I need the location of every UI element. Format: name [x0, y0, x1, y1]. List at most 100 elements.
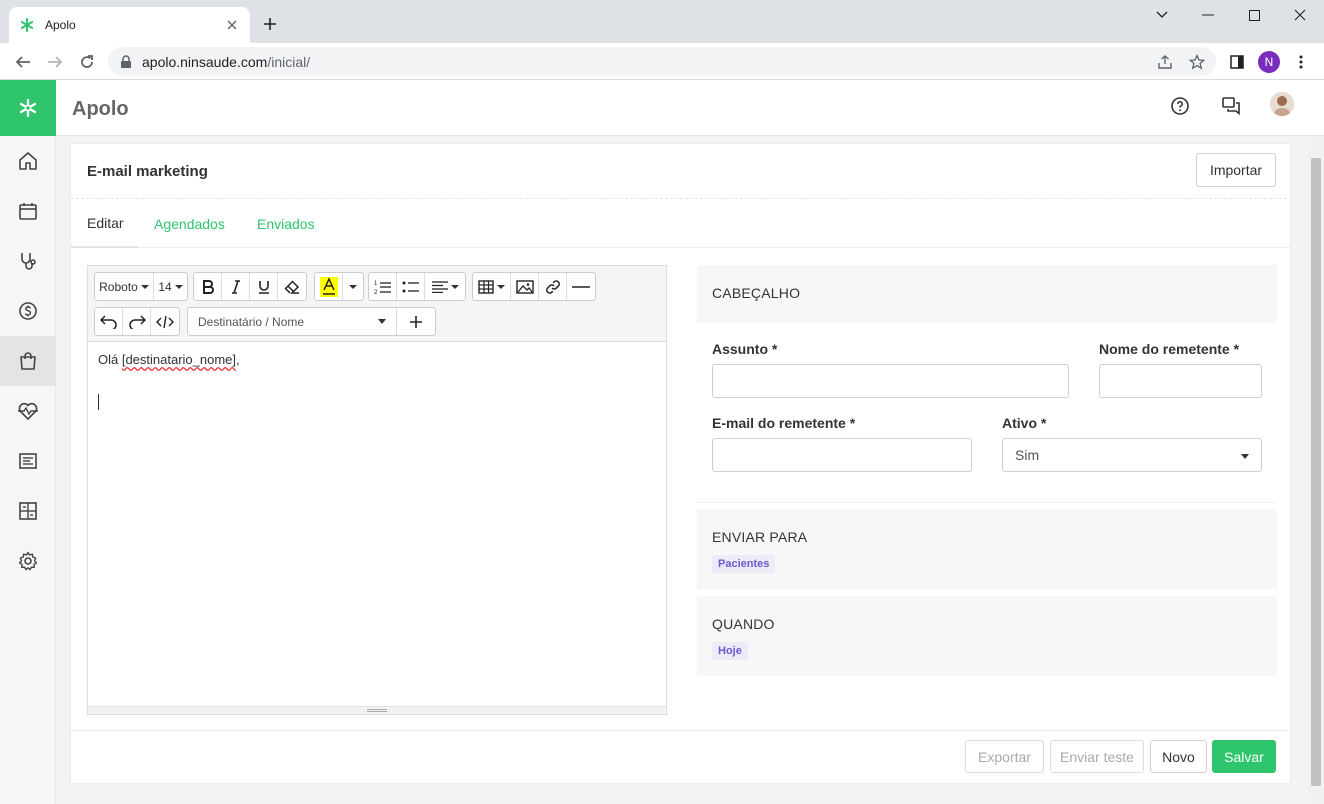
new-tab-icon[interactable] — [260, 14, 280, 34]
send-test-button[interactable]: Enviar teste — [1050, 740, 1144, 773]
maximize-icon[interactable] — [1231, 0, 1277, 30]
image-icon[interactable] — [511, 273, 539, 300]
sidebar-item-financial[interactable] — [0, 286, 56, 336]
color-group — [314, 272, 364, 301]
insert-group — [472, 272, 596, 301]
horizontal-rule-icon[interactable] — [567, 273, 595, 300]
scrollbar-thumb[interactable] — [1311, 158, 1321, 786]
import-button[interactable]: Importar — [1196, 153, 1276, 187]
text-color-icon[interactable] — [315, 273, 343, 300]
font-family-dropdown[interactable]: Roboto — [95, 273, 154, 300]
save-button[interactable]: Salvar — [1212, 740, 1276, 773]
home-icon — [19, 152, 37, 170]
heart-pulse-icon — [18, 402, 38, 421]
svg-text:1: 1 — [374, 281, 378, 287]
sender-email-input[interactable] — [712, 438, 972, 472]
close-tab-icon[interactable] — [224, 17, 240, 33]
reload-icon[interactable] — [76, 51, 98, 73]
help-icon[interactable] — [1168, 94, 1192, 118]
undo-icon[interactable] — [95, 308, 123, 335]
side-panel-icon[interactable] — [1226, 51, 1248, 73]
tab-search-icon[interactable] — [1139, 0, 1185, 30]
when-panel[interactable]: QUANDO Hoje — [697, 596, 1277, 676]
app-header: Apolo — [0, 80, 1324, 136]
sidebar-item-calendar[interactable] — [0, 186, 56, 236]
subject-label: Assunto * — [712, 341, 778, 357]
sidebar — [0, 136, 56, 804]
url-text: apolo.ninsaude.com/inicial/ — [142, 53, 311, 70]
align-dropdown-icon[interactable] — [425, 273, 465, 300]
email-editor: Roboto 14 12 Destinatário / Nome Olá [de… — [87, 265, 667, 715]
sidebar-item-home[interactable] — [0, 136, 56, 186]
text-caret — [98, 394, 99, 410]
back-icon[interactable] — [12, 51, 34, 73]
email-marketing-card: E-mail marketing Importar Editar Agendad… — [70, 143, 1292, 784]
sidebar-item-dashboard[interactable] — [0, 486, 56, 536]
form-divider — [697, 502, 1277, 503]
url-bar[interactable]: apolo.ninsaude.com/inicial/ — [108, 47, 1216, 76]
chat-icon[interactable] — [1219, 94, 1243, 118]
svg-text:2: 2 — [374, 290, 378, 295]
browser-menu-icon[interactable] — [1290, 51, 1312, 73]
editor-content[interactable]: Olá [destinatario_nome], — [98, 352, 240, 367]
tab-enviados[interactable]: Enviados — [241, 200, 331, 248]
underline-icon[interactable] — [250, 273, 278, 300]
page-scrollbar[interactable] — [1308, 136, 1324, 804]
send-to-panel[interactable]: ENVIAR PARA Pacientes — [697, 509, 1277, 589]
profile-avatar[interactable]: N — [1258, 51, 1280, 73]
sidebar-item-settings[interactable] — [0, 536, 56, 586]
bold-icon[interactable] — [194, 273, 222, 300]
share-icon[interactable] — [1155, 52, 1175, 72]
apolo-logo-icon[interactable] — [0, 80, 56, 136]
style-group — [193, 272, 307, 301]
history-group — [94, 307, 180, 336]
send-to-title: ENVIAR PARA — [712, 529, 808, 545]
sidebar-item-marketing[interactable] — [0, 336, 56, 386]
close-window-icon[interactable] — [1277, 0, 1323, 30]
sender-email-label: E-mail do remetente * — [712, 415, 856, 431]
footer-divider — [71, 730, 1292, 731]
sidebar-item-clinical[interactable] — [0, 236, 56, 286]
code-view-icon[interactable] — [151, 308, 179, 335]
apolo-favicon-icon — [20, 18, 34, 32]
unordered-list-icon[interactable] — [397, 273, 425, 300]
editor-resize-handle[interactable] — [88, 706, 666, 714]
sidebar-item-health[interactable] — [0, 386, 56, 436]
link-icon[interactable] — [539, 273, 567, 300]
tab-editar[interactable]: Editar — [71, 200, 138, 248]
active-select[interactable]: Sim — [1002, 438, 1262, 472]
minimize-icon[interactable] — [1185, 0, 1231, 30]
font-size-dropdown[interactable]: 14 — [154, 273, 187, 300]
redo-icon[interactable] — [123, 308, 151, 335]
font-group: Roboto 14 — [94, 272, 188, 301]
header-form: Assunto * Nome do remetente * E-mail do … — [697, 324, 1277, 502]
browser-tab-title: Apolo — [45, 18, 76, 32]
header-section-title: CABEÇALHO — [712, 285, 801, 301]
sidebar-item-reports[interactable] — [0, 436, 56, 486]
list-group: 12 — [368, 272, 466, 301]
export-button[interactable]: Exportar — [965, 740, 1044, 773]
calendar-icon — [19, 203, 37, 220]
new-button[interactable]: Novo — [1150, 740, 1207, 773]
gear-icon — [18, 551, 38, 571]
italic-icon[interactable] — [222, 273, 250, 300]
recipient-name-variable: [destinatario_nome] — [121, 352, 237, 367]
browser-tab[interactable]: Apolo — [9, 7, 250, 43]
subject-input[interactable] — [712, 364, 1069, 398]
table-icon[interactable] — [473, 273, 511, 300]
tab-agendados[interactable]: Agendados — [138, 200, 241, 248]
variable-dropdown[interactable]: Destinatário / Nome — [188, 308, 398, 335]
bookmark-star-icon[interactable] — [1187, 52, 1207, 72]
stethoscope-icon — [21, 253, 36, 270]
when-title: QUANDO — [712, 616, 775, 632]
user-avatar[interactable] — [1270, 92, 1294, 116]
color-dropdown-icon[interactable] — [343, 273, 363, 300]
title-divider — [71, 198, 1292, 199]
report-icon — [19, 453, 37, 469]
add-variable-icon[interactable] — [397, 308, 435, 335]
ordered-list-icon[interactable]: 12 — [369, 273, 397, 300]
shopping-bag-icon — [20, 352, 36, 370]
forward-icon[interactable] — [44, 51, 66, 73]
sender-name-input[interactable] — [1099, 364, 1262, 398]
eraser-icon[interactable] — [278, 273, 306, 300]
